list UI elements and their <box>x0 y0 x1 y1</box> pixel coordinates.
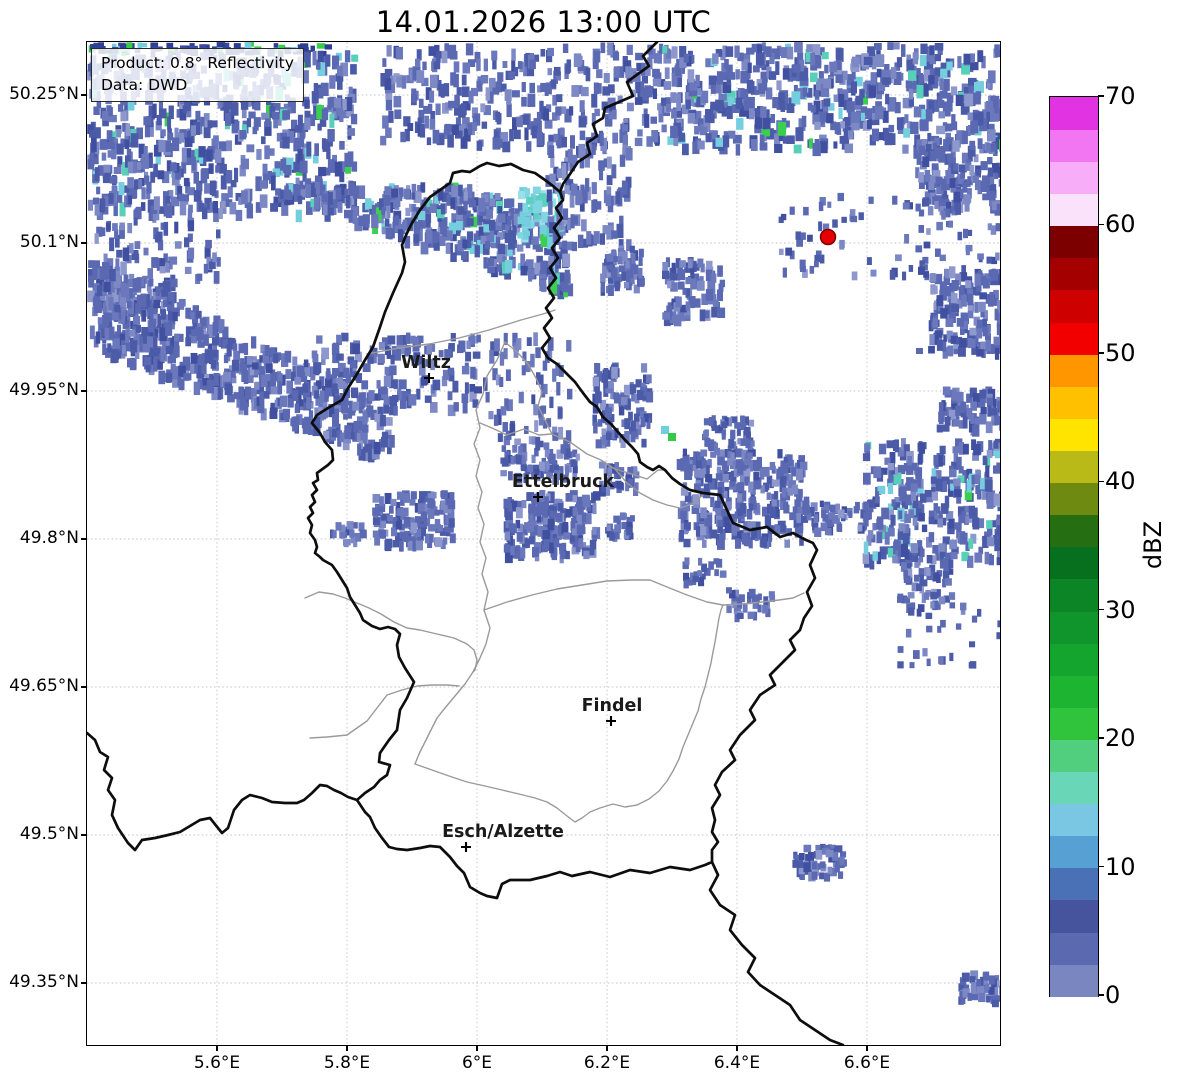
y-tick-label: 49.5°N <box>19 824 79 844</box>
colorbar-segment <box>1050 771 1098 805</box>
colorbar-tick-mark <box>1098 95 1104 97</box>
data-source-line: Data: DWD <box>101 76 188 94</box>
colorbar-segment <box>1050 899 1098 933</box>
colorbar-segment <box>1050 257 1098 291</box>
colorbar <box>1049 96 1099 997</box>
colorbar-segment <box>1050 835 1098 869</box>
y-tick-mark <box>81 390 86 392</box>
colorbar-segment <box>1050 353 1098 387</box>
colorbar-segment <box>1050 514 1098 548</box>
colorbar-tick-label: 60 <box>1105 210 1136 239</box>
colorbar-tick-label: 40 <box>1105 467 1136 496</box>
colorbar-segment <box>1050 289 1098 323</box>
y-tick-mark <box>81 94 86 96</box>
colorbar-segment <box>1050 385 1098 419</box>
colorbar-segment <box>1050 129 1098 162</box>
radar-echo-layer <box>87 42 1000 1008</box>
city-label: Findel <box>582 696 643 716</box>
colorbar-tick-mark <box>1098 865 1104 868</box>
y-tick-mark <box>81 538 86 540</box>
colorbar-segment <box>1050 450 1098 484</box>
y-tick-label: 49.65°N <box>9 676 79 696</box>
map-frame: Wiltz Ettelbruck Findel Esch/Alzette <box>86 41 1001 1046</box>
y-tick-label: 49.95°N <box>9 380 79 400</box>
map-layers: Wiltz Ettelbruck Findel Esch/Alzette <box>87 42 1000 1045</box>
y-tick-mark <box>81 834 86 836</box>
y-tick-mark <box>81 686 86 688</box>
x-tick-mark <box>216 1046 218 1051</box>
y-tick-mark <box>81 242 86 244</box>
colorbar-segment <box>1050 578 1098 612</box>
city-esch-alzette: Esch/Alzette <box>442 822 564 852</box>
city-label: Ettelbruck <box>512 472 615 492</box>
colorbar-segment <box>1050 707 1098 740</box>
colorbar-segment <box>1050 546 1098 580</box>
colorbar-tick-mark <box>1098 480 1104 482</box>
colorbar-unit-label: dBZ <box>1139 520 1167 570</box>
y-tick-label: 50.25°N <box>9 84 79 104</box>
colorbar-tick-mark <box>1098 737 1104 739</box>
colorbar-segment <box>1050 867 1098 901</box>
city-findel: Findel <box>582 696 643 726</box>
x-tick-mark <box>866 1046 868 1051</box>
colorbar-segment <box>1050 418 1098 451</box>
colorbar-tick-label: 10 <box>1105 852 1136 881</box>
x-tick-mark <box>346 1046 348 1051</box>
radar-map: Wiltz Ettelbruck Findel Esch/Alzette <box>87 42 1000 1045</box>
colorbar-segment <box>1050 610 1098 644</box>
x-tick-label: 5.8°E <box>323 1053 371 1073</box>
product-info-box: Product: 0.8° Reflectivity Data: DWD <box>91 48 304 102</box>
x-tick-label: 6.4°E <box>713 1053 761 1073</box>
colorbar-tick-label: 70 <box>1105 82 1136 110</box>
y-tick-label: 50.1°N <box>19 232 79 252</box>
colorbar-segment <box>1050 931 1098 965</box>
colorbar-tick-label: 30 <box>1105 595 1136 624</box>
colorbar-segment <box>1050 321 1098 355</box>
colorbar-segment <box>1050 161 1098 195</box>
colorbar-segment <box>1050 642 1098 676</box>
y-tick-label: 49.35°N <box>9 972 79 992</box>
colorbar-segment <box>1050 739 1098 773</box>
city-label: Esch/Alzette <box>442 822 564 842</box>
x-tick-mark <box>736 1046 738 1051</box>
city-label: Wiltz <box>401 353 451 373</box>
weather-radar-figure: 14.01.2026 13:00 UTC Wiltz Ettelbruck Find… <box>0 0 1184 1081</box>
colorbar-tick-mark <box>1098 223 1104 226</box>
x-tick-label: 5.6°E <box>193 1053 241 1073</box>
colorbar-segment <box>1050 225 1098 259</box>
station-marker-dot <box>819 228 837 246</box>
colorbar-tick-label: 20 <box>1105 724 1136 753</box>
x-tick-label: 6.6°E <box>843 1053 891 1073</box>
colorbar-tick-mark <box>1098 609 1104 611</box>
colorbar-tick-label: 50 <box>1105 338 1136 367</box>
y-tick-label: 49.8°N <box>19 528 79 548</box>
plot-title: 14.01.2026 13:00 UTC <box>375 5 712 39</box>
colorbar-segment <box>1050 963 1098 997</box>
colorbar-tick-mark <box>1098 352 1104 354</box>
colorbar-segment <box>1050 97 1098 130</box>
x-tick-label: 6°E <box>461 1053 493 1073</box>
colorbar-segment <box>1050 674 1098 708</box>
x-tick-label: 6.2°E <box>583 1053 631 1073</box>
city-layer: Wiltz Ettelbruck Findel Esch/Alzette <box>401 353 642 852</box>
colorbar-segment <box>1050 193 1098 227</box>
colorbar-segment <box>1050 803 1098 837</box>
y-tick-mark <box>81 982 86 984</box>
product-line: Product: 0.8° Reflectivity <box>101 54 294 72</box>
colorbar-tick-label: 0 <box>1105 981 1121 1009</box>
x-tick-mark <box>476 1046 478 1051</box>
x-tick-mark <box>606 1046 608 1051</box>
colorbar-tick-mark <box>1098 994 1104 996</box>
colorbar-segment <box>1050 482 1098 516</box>
